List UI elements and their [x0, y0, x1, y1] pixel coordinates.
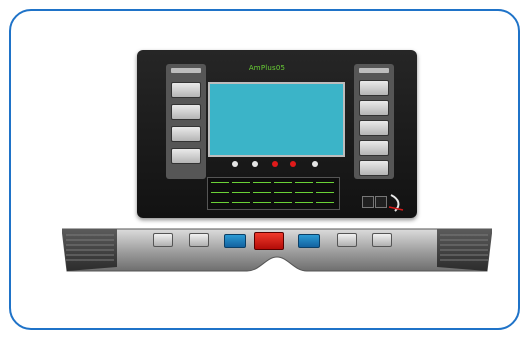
matrix-cell [274, 202, 292, 208]
matrix-cell [316, 192, 334, 198]
matrix-cell [316, 182, 334, 188]
incline-down-button[interactable] [153, 233, 173, 247]
right-key-4[interactable] [359, 140, 389, 156]
incline-up-button[interactable] [189, 233, 209, 247]
right-key-5[interactable] [359, 160, 389, 176]
swoosh-logo-icon [388, 194, 404, 212]
center-key-row [224, 159, 328, 171]
console-badge-2 [375, 196, 387, 208]
right-key-2[interactable] [359, 100, 389, 116]
blue-left-button[interactable] [224, 234, 246, 248]
brand-logo: AmPlus05 [248, 64, 286, 72]
center-key-5[interactable] [312, 161, 318, 167]
center-key-3[interactable] [272, 161, 278, 167]
matrix-cell [274, 192, 292, 198]
lcd-screen [208, 82, 345, 157]
matrix-cell [211, 182, 229, 188]
matrix-cell [295, 192, 313, 198]
left-key-4[interactable] [171, 148, 201, 164]
matrix-cell [253, 192, 271, 198]
right-key-1[interactable] [359, 80, 389, 96]
right-key-3[interactable] [359, 120, 389, 136]
matrix-cell [295, 202, 313, 208]
matrix-cell [211, 192, 229, 198]
matrix-cell [316, 202, 334, 208]
left-key-1[interactable] [171, 82, 201, 98]
left-button-panel [166, 64, 206, 179]
matrix-cell [253, 182, 271, 188]
center-key-2[interactable] [252, 161, 258, 167]
blue-right-button[interactable] [298, 234, 320, 248]
matrix-cell [274, 182, 292, 188]
right-button-panel [354, 64, 394, 179]
left-key-2[interactable] [171, 104, 201, 120]
matrix-cell [232, 202, 250, 208]
center-key-4[interactable] [290, 161, 296, 167]
speed-up-button[interactable] [372, 233, 392, 247]
console-badge-1 [362, 196, 374, 208]
left-panel-header [171, 68, 201, 73]
speed-down-button[interactable] [337, 233, 357, 247]
matrix-cell [232, 192, 250, 198]
matrix-cell [211, 202, 229, 208]
matrix-cell [295, 182, 313, 188]
start-stop-button[interactable] [254, 232, 284, 250]
left-key-3[interactable] [171, 126, 201, 142]
led-matrix-display [207, 177, 340, 210]
right-panel-header [359, 68, 389, 73]
matrix-cell [232, 182, 250, 188]
center-key-1[interactable] [232, 161, 238, 167]
matrix-cell [253, 202, 271, 208]
